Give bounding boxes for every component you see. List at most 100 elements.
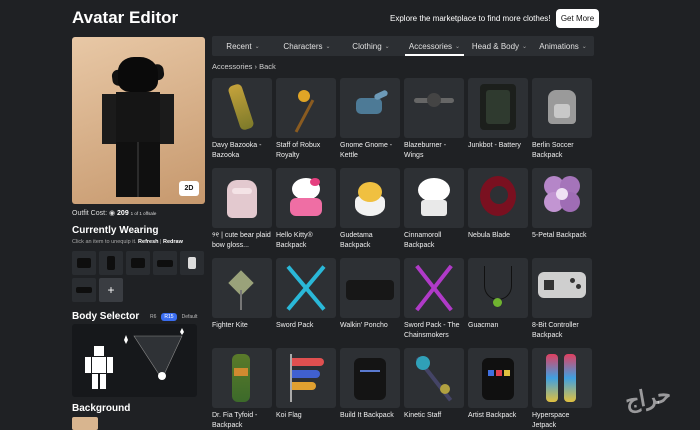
item-name: Guacman bbox=[468, 322, 499, 329]
tab-label: Animations bbox=[539, 41, 579, 51]
jetpack-icon bbox=[532, 348, 592, 408]
body-option-r15[interactable]: R15 bbox=[161, 313, 177, 321]
body-type-options: R6 R15 Default bbox=[150, 313, 197, 321]
cinnamoroll-icon bbox=[404, 168, 464, 228]
item-name: Davy Bazooka - Bazooka bbox=[212, 142, 262, 159]
avatar-legs bbox=[116, 142, 160, 197]
worn-item[interactable] bbox=[126, 251, 150, 275]
currently-wearing-hint: Click an item to unequip it. Refresh | R… bbox=[72, 239, 183, 245]
breadcrumb[interactable]: Accessories › Back bbox=[212, 62, 276, 71]
add-item-button[interactable]: + bbox=[99, 278, 123, 302]
body-selector-title: Body Selector bbox=[72, 311, 140, 322]
item-card[interactable]: Blazeburner - Wings bbox=[404, 78, 464, 161]
kettle-icon bbox=[340, 78, 400, 138]
tab-animations[interactable]: Animations ⌄ bbox=[532, 36, 594, 56]
chevron-down-icon: ⌄ bbox=[384, 43, 390, 50]
hint-text: Click an item to unequip it. bbox=[72, 239, 137, 245]
get-more-button[interactable]: Get More bbox=[556, 9, 599, 28]
outfit-cost: Outfit Cost: ◉ 209 1 of 1 offsale bbox=[72, 209, 156, 217]
item-name: Hyperspace Jetpack bbox=[532, 412, 570, 429]
item-card[interactable]: Guacman bbox=[468, 258, 528, 341]
item-name: Kinetic Staff bbox=[404, 412, 442, 419]
item-card[interactable]: Hyperspace Jetpack bbox=[532, 348, 592, 430]
item-card[interactable]: Cinnamoroll Backpack bbox=[404, 168, 464, 251]
tab-accessories[interactable]: Accessories ⌄ bbox=[402, 36, 467, 56]
body-silhouette-icon[interactable] bbox=[72, 324, 197, 397]
worn-item[interactable] bbox=[153, 251, 177, 275]
item-card[interactable]: Gnome Gnome - Kettle bbox=[340, 78, 400, 161]
robux-icon: ◉ bbox=[108, 210, 116, 217]
item-card[interactable]: Junkbot - Battery bbox=[468, 78, 528, 161]
worn-item[interactable] bbox=[72, 278, 96, 302]
tab-label: Accessories bbox=[408, 41, 453, 51]
item-card[interactable]: Artist Backpack bbox=[468, 348, 528, 430]
item-card[interactable]: Sword Pack bbox=[276, 258, 336, 341]
item-name: Fighter Kite bbox=[212, 322, 248, 329]
item-card[interactable]: Koi Flag bbox=[276, 348, 336, 430]
item-card[interactable]: Gudetama Backpack bbox=[340, 168, 400, 251]
item-name: ୨୧ | cute bear plaid bow gloss... bbox=[212, 232, 271, 249]
avatar-preview[interactable]: 2D bbox=[72, 37, 205, 204]
item-card[interactable]: Build It Backpack bbox=[340, 348, 400, 430]
item-name: Gudetama Backpack bbox=[340, 232, 373, 249]
watermark: حراج bbox=[623, 381, 673, 414]
tab-clothing[interactable]: Clothing ⌄ bbox=[340, 36, 402, 56]
redraw-link[interactable]: Redraw bbox=[163, 239, 183, 245]
worn-item[interactable] bbox=[99, 251, 123, 275]
item-name: Sword Pack - The Chainsmokers bbox=[404, 322, 460, 339]
item-name: Walkin' Poncho bbox=[340, 322, 388, 329]
worn-item[interactable] bbox=[180, 251, 204, 275]
item-card[interactable]: Davy Bazooka - Bazooka bbox=[212, 78, 272, 161]
purple-swords-icon bbox=[404, 258, 464, 318]
item-card[interactable]: 8-Bit Controller Backpack bbox=[532, 258, 592, 341]
item-card[interactable]: Nebula Blade bbox=[468, 168, 528, 251]
egg-icon bbox=[340, 168, 400, 228]
refresh-link[interactable]: Refresh bbox=[138, 239, 158, 245]
lantern-icon bbox=[212, 348, 272, 408]
item-card[interactable]: Berlin Soccer Backpack bbox=[532, 78, 592, 161]
tab-recent[interactable]: Recent ⌄ bbox=[212, 36, 274, 56]
item-card[interactable]: 5-Petal Backpack bbox=[532, 168, 592, 251]
item-name: Dr. Fia Tyfoid - Backpack bbox=[212, 412, 258, 429]
item-name: Nebula Blade bbox=[468, 232, 511, 239]
tab-head-body[interactable]: Head & Body ⌄ bbox=[467, 36, 532, 56]
item-name: Staff of Robux Royalty bbox=[276, 142, 321, 159]
currently-wearing-title: Currently Wearing bbox=[72, 225, 159, 236]
item-name: Hello Kitty® Backpack bbox=[276, 232, 313, 249]
worn-item[interactable] bbox=[72, 251, 96, 275]
tab-label: Clothing bbox=[352, 41, 382, 51]
controller-icon bbox=[532, 258, 592, 318]
outfit-cost-suffix: 1 of 1 offsale bbox=[130, 211, 157, 216]
tab-characters[interactable]: Characters ⌄ bbox=[274, 36, 340, 56]
item-card[interactable]: Hello Kitty® Backpack bbox=[276, 168, 336, 251]
item-card[interactable]: Dr. Fia Tyfoid - Backpack bbox=[212, 348, 272, 430]
item-name: 5-Petal Backpack bbox=[532, 232, 587, 239]
blade-icon bbox=[468, 168, 528, 228]
wings-icon bbox=[404, 78, 464, 138]
page-title: Avatar Editor bbox=[72, 8, 179, 27]
body-option-default[interactable]: Default bbox=[182, 314, 198, 320]
item-card[interactable]: Fighter Kite bbox=[212, 258, 272, 341]
category-tabs: Recent ⌄ Characters ⌄ Clothing ⌄ Accessorie… bbox=[212, 36, 594, 56]
item-card[interactable]: Staff of Robux Royalty bbox=[276, 78, 336, 161]
tab-label: Head & Body bbox=[471, 41, 520, 51]
background-title: Background bbox=[72, 403, 131, 414]
bazooka-icon bbox=[212, 78, 272, 138]
chevron-down-icon: ⌄ bbox=[254, 43, 260, 50]
item-name: Berlin Soccer Backpack bbox=[532, 142, 574, 159]
item-card[interactable]: Walkin' Poncho bbox=[340, 258, 400, 341]
item-name: Sword Pack bbox=[276, 322, 314, 329]
background-swatch[interactable] bbox=[72, 417, 98, 430]
body-option-r6[interactable]: R6 bbox=[150, 314, 156, 320]
item-name: Build It Backpack bbox=[340, 412, 394, 419]
backpack-icon bbox=[532, 78, 592, 138]
item-card[interactable]: Sword Pack - The Chainsmokers bbox=[404, 258, 464, 341]
item-name: 8-Bit Controller Backpack bbox=[532, 322, 579, 339]
item-name: Cinnamoroll Backpack bbox=[404, 232, 442, 249]
toggle-2d-button[interactable]: 2D bbox=[179, 181, 199, 196]
promo-text: Explore the marketplace to find more clo… bbox=[390, 14, 551, 23]
necklace-icon bbox=[468, 258, 528, 318]
poncho-icon bbox=[340, 258, 400, 318]
item-card[interactable]: ୨୧ | cute bear plaid bow gloss... bbox=[212, 168, 272, 251]
item-card[interactable]: Kinetic Staff bbox=[404, 348, 464, 430]
